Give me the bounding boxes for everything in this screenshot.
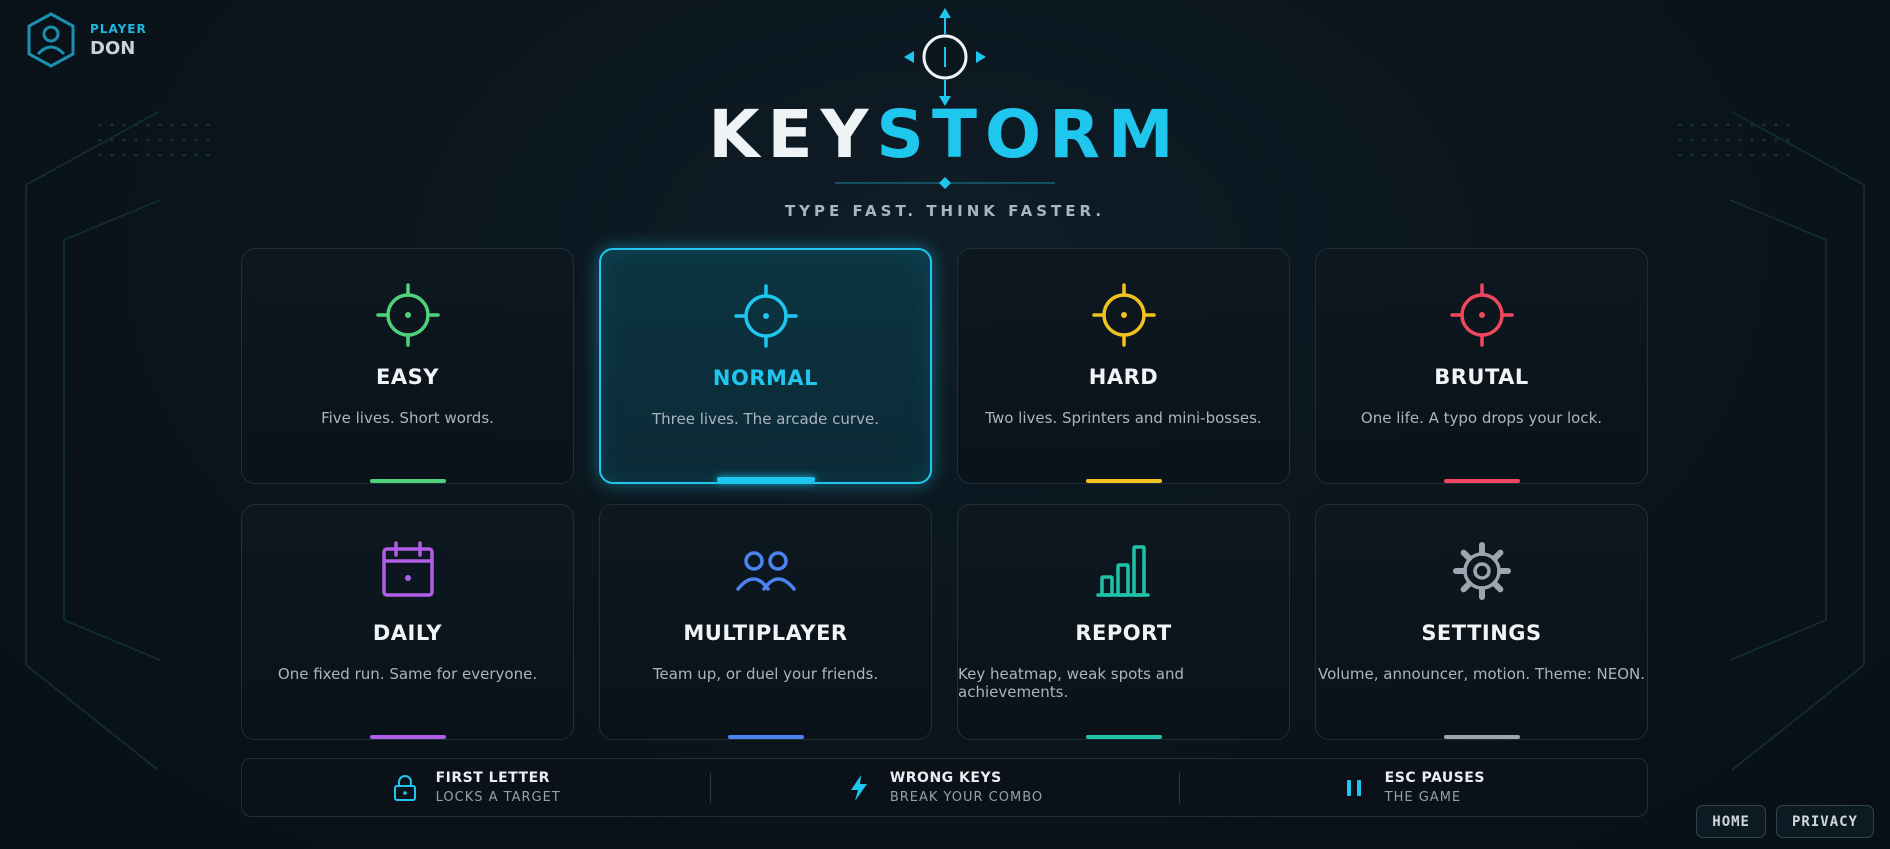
card-accent-bar xyxy=(727,735,804,739)
card-title: BRUTAL xyxy=(1434,365,1529,389)
hint-subtitle: LOCKS A TARGET xyxy=(435,790,561,805)
card-title: DAILY xyxy=(372,621,443,645)
card-title: REPORT xyxy=(1075,621,1172,645)
card-description: One fixed run. Same for everyone. xyxy=(277,665,538,683)
mode-card-hard[interactable]: HARD Two lives. Sprinters and mini-bosses… xyxy=(957,248,1290,484)
crosshair-icon xyxy=(1446,279,1518,351)
lock-icon xyxy=(393,774,416,801)
card-description: Volume, announcer, motion. Theme: NEON. xyxy=(1317,665,1645,683)
card-accent-bar xyxy=(1443,479,1520,483)
gear-icon xyxy=(1446,535,1518,607)
privacy-button[interactable]: PRIVACY xyxy=(1775,805,1874,838)
home-button[interactable]: HOME xyxy=(1696,805,1766,838)
crosshair-icon xyxy=(904,8,986,106)
logo: KEYSTORM TYPE FAST. THINK FASTER. xyxy=(0,0,1890,220)
hint-title: WRONG KEYS xyxy=(889,770,1002,786)
logo-divider xyxy=(835,177,1055,189)
tagline: TYPE FAST. THINK FASTER. xyxy=(784,202,1106,220)
mode-card-multiplayer[interactable]: MULTIPLAYER Team up, or duel your friends… xyxy=(599,504,932,740)
card-accent-bar xyxy=(1085,479,1162,483)
card-title: NORMAL xyxy=(712,366,819,390)
card-accent-bar xyxy=(716,477,815,482)
logo-key: KEY xyxy=(708,96,877,173)
mode-card-settings[interactable]: SETTINGS Volume, announcer, motion. Theme… xyxy=(1315,504,1648,740)
card-accent-bar xyxy=(369,735,446,739)
logo-storm: STORM xyxy=(876,96,1182,173)
card-description: Key heatmap, weak spots and achievements… xyxy=(958,665,1184,701)
card-accent-bar xyxy=(369,479,446,483)
mode-card-normal[interactable]: NORMAL Three lives. The arcade curve. xyxy=(599,248,932,484)
card-title: EASY xyxy=(376,365,439,389)
hint-item: ESC PAUSES THE GAME xyxy=(1178,759,1647,816)
card-description: Two lives. Sprinters and mini-bosses. xyxy=(985,409,1262,427)
hint-item: WRONG KEYS BREAK YOUR COMBO xyxy=(710,759,1178,816)
hint-title: ESC PAUSES xyxy=(1384,770,1485,786)
users-icon xyxy=(730,535,802,607)
hint-title: FIRST LETTER xyxy=(435,770,550,786)
crosshair-icon xyxy=(730,280,802,352)
card-title: SETTINGS xyxy=(1421,621,1542,645)
card-title: MULTIPLAYER xyxy=(683,621,848,645)
card-title: HARD xyxy=(1088,365,1159,389)
footer-buttons: HOME PRIVACY xyxy=(1696,805,1874,838)
hint-subtitle: THE GAME xyxy=(1384,790,1462,805)
bar-chart-icon xyxy=(1088,535,1160,607)
card-description: Five lives. Short words. xyxy=(321,409,494,427)
crosshair-icon xyxy=(372,279,444,351)
pause-icon xyxy=(1346,779,1361,796)
mode-card-daily[interactable]: DAILY One fixed run. Same for everyone. xyxy=(241,504,574,740)
mode-grid: EASY Five lives. Short words. NORMAL Three … xyxy=(241,248,1648,740)
calendar-icon xyxy=(372,535,444,607)
mode-card-report[interactable]: REPORT Key heatmap, weak spots and achiev… xyxy=(957,504,1290,740)
hint-subtitle: BREAK YOUR COMBO xyxy=(889,790,1044,805)
hint-bar: FIRST LETTER LOCKS A TARGET WRONG KEYS BREA… xyxy=(241,758,1648,817)
card-description: Team up, or duel your friends. xyxy=(652,665,879,683)
card-description: Three lives. The arcade curve. xyxy=(652,410,879,428)
mode-card-easy[interactable]: EASY Five lives. Short words. xyxy=(241,248,574,484)
crosshair-icon xyxy=(1088,279,1160,351)
card-description: One life. A typo drops your lock. xyxy=(1360,409,1603,427)
mode-card-brutal[interactable]: BRUTAL One life. A typo drops your lock. xyxy=(1315,248,1648,484)
lightning-icon xyxy=(850,774,867,801)
hint-item: FIRST LETTER LOCKS A TARGET xyxy=(242,759,710,816)
card-accent-bar xyxy=(1443,735,1520,739)
card-accent-bar xyxy=(1085,735,1162,739)
